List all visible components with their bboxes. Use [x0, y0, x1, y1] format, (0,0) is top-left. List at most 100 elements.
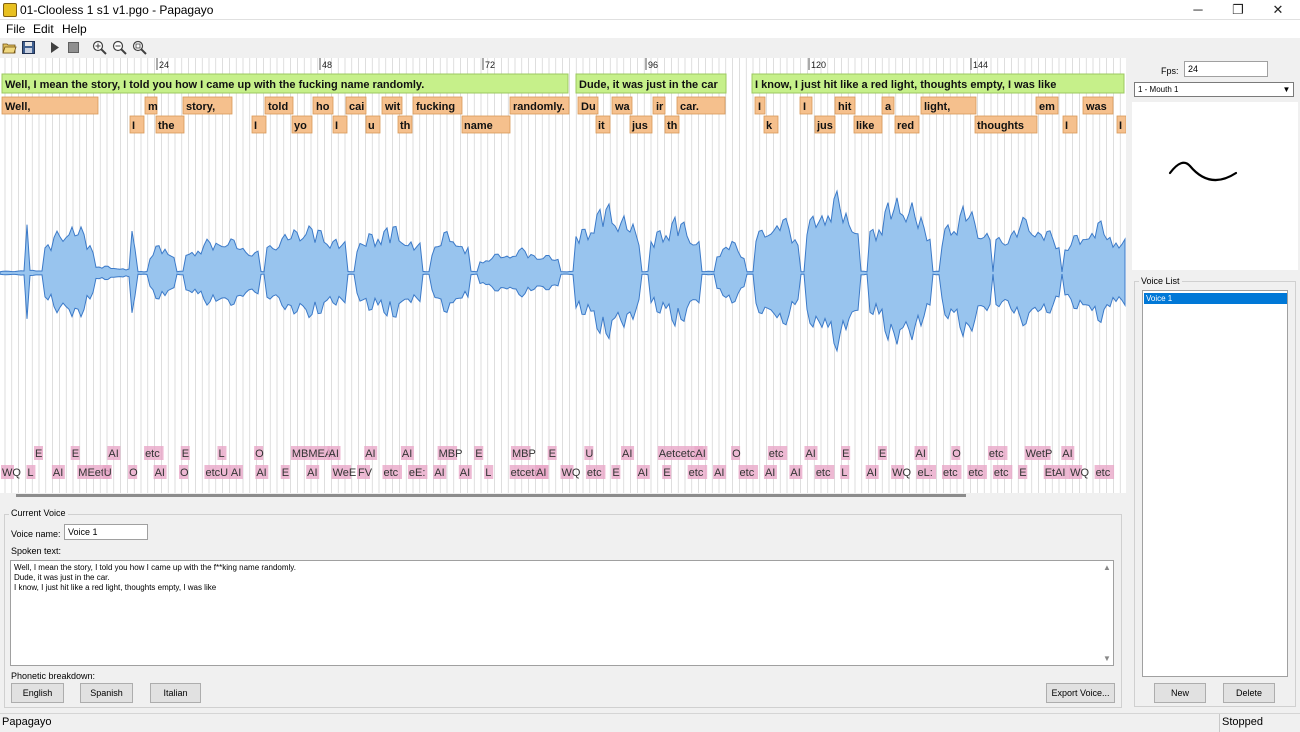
phoneme-text: AI — [53, 467, 63, 479]
waveform-canvas[interactable]: 24 48 72 96 120 144 Well, I mean the story, I … — [0, 58, 1126, 493]
play-icon[interactable] — [47, 40, 62, 55]
restore-button[interactable]: ❐ — [1218, 0, 1258, 20]
word-text: thoughts — [977, 120, 1024, 132]
phoneme-text: AI — [916, 448, 926, 460]
voice-list-item[interactable]: Voice 1 — [1144, 293, 1287, 304]
phoneme-text: Aetcetc — [659, 448, 696, 460]
spoken-line: I know, I just hit like a red light, tho… — [14, 583, 217, 592]
word-text: Well, — [5, 101, 30, 113]
phoneme-text: AI — [231, 467, 241, 479]
word-text: th — [400, 120, 411, 132]
word-text: light, — [924, 101, 950, 113]
phoneme-text: O — [732, 448, 741, 460]
scroll-down-icon[interactable]: ▼ — [1103, 654, 1111, 663]
word-text: the — [158, 120, 175, 132]
app-icon — [3, 3, 17, 17]
minimize-button[interactable]: ─ — [1178, 0, 1218, 20]
phoneme-text: AI — [867, 467, 877, 479]
status-app-name: Papagayo — [2, 716, 52, 728]
word-text: u — [368, 120, 375, 132]
open-icon[interactable] — [2, 40, 17, 55]
menu-help[interactable]: Help — [62, 22, 87, 36]
status-bar — [0, 713, 1300, 732]
zoom-fit-icon[interactable] — [132, 40, 147, 55]
phoneme-text: E — [663, 467, 670, 479]
phoneme-text: E — [182, 448, 189, 460]
chevron-down-icon[interactable]: ▼ — [1281, 84, 1292, 95]
phonetic-breakdown-label: Phonetic breakdown: — [11, 671, 96, 681]
phoneme-text: WQ — [2, 467, 21, 479]
delete-voice-button[interactable]: Delete — [1223, 683, 1275, 703]
word-text: jus — [631, 120, 648, 132]
phoneme-text: E — [879, 448, 886, 460]
voice-name-label: Voice name: — [11, 529, 61, 539]
phoneme-text: E — [282, 467, 289, 479]
phoneme-text: AI — [638, 467, 648, 479]
phoneme-text: MBP — [439, 448, 463, 460]
menu-file[interactable]: File — [6, 22, 25, 36]
zoom-out-icon[interactable] — [112, 40, 127, 55]
voice-name-field[interactable]: Voice 1 — [64, 524, 148, 540]
word-text: fucking — [416, 101, 455, 113]
word-text: wit — [384, 101, 401, 113]
phoneme-text: etc — [740, 467, 755, 479]
waveform-view[interactable]: 24 48 72 96 120 144 Well, I mean the story, I … — [0, 58, 1126, 493]
english-button[interactable]: English — [11, 683, 64, 703]
stop-icon[interactable] — [66, 40, 81, 55]
phoneme-text: AI — [536, 467, 546, 479]
phoneme-text: MBP — [512, 448, 536, 460]
save-icon[interactable] — [21, 40, 36, 55]
word-text: em — [1039, 101, 1055, 113]
word-text: I — [335, 120, 338, 132]
word-text: I — [1065, 120, 1068, 132]
voice-list-title: Voice List — [1139, 276, 1182, 286]
phoneme-text: O — [180, 467, 189, 479]
menu-edit[interactable]: Edit — [33, 22, 54, 36]
ruler-label: 48 — [322, 60, 332, 70]
phoneme-text: AI — [402, 448, 412, 460]
fps-field[interactable]: 24 — [1184, 61, 1268, 77]
phoneme-text: etc — [383, 467, 398, 479]
phoneme-text: AI — [714, 467, 724, 479]
spoken-line: Dude, it was just in the car. — [14, 573, 110, 582]
mouth-preview — [1132, 102, 1298, 270]
word-text: ir — [656, 101, 664, 113]
word-text: a — [885, 101, 892, 113]
word-text: I — [254, 120, 257, 132]
word-text: I — [803, 101, 806, 113]
phoneme-text: AI — [365, 448, 375, 460]
phoneme-text: L — [485, 467, 491, 479]
ruler-label: 144 — [973, 60, 988, 70]
phoneme-text: O — [952, 448, 961, 460]
new-voice-button[interactable]: New — [1154, 683, 1206, 703]
word-text: wa — [614, 101, 631, 113]
voice-list[interactable] — [1142, 290, 1288, 677]
close-button[interactable]: ✕ — [1258, 0, 1298, 20]
phoneme-text: E — [72, 448, 79, 460]
export-voice-button[interactable]: Export Voice... — [1046, 683, 1115, 703]
phoneme-text: etc — [689, 467, 704, 479]
phoneme-text: L — [218, 448, 224, 460]
word-text: k — [766, 120, 773, 132]
scrollbar-thumb[interactable] — [16, 494, 966, 497]
menu-bar — [0, 20, 1300, 38]
word-text: was — [1085, 101, 1107, 113]
phoneme-text: etc — [145, 448, 160, 460]
phoneme-text: eE: — [409, 467, 426, 479]
spoken-text-area[interactable]: Well, I mean the story, I told you how I… — [10, 560, 1114, 666]
zoom-in-icon[interactable] — [92, 40, 107, 55]
spanish-button[interactable]: Spanish — [80, 683, 133, 703]
mouth-select[interactable]: 1 - Mouth 1 — [1134, 82, 1294, 97]
ruler-label: 72 — [485, 60, 495, 70]
phoneme-text: AI — [460, 467, 470, 479]
phoneme-text: AI — [108, 448, 118, 460]
word-text: m — [148, 101, 158, 113]
italian-button[interactable]: Italian — [150, 683, 201, 703]
word-text: yo — [294, 120, 307, 132]
scroll-up-icon[interactable]: ▲ — [1103, 563, 1111, 572]
phoneme-text: AI — [329, 448, 339, 460]
word-text: like — [856, 120, 874, 132]
word-text: red — [897, 120, 914, 132]
phoneme-text: etc — [769, 448, 784, 460]
phoneme-text: WQ — [562, 467, 581, 479]
